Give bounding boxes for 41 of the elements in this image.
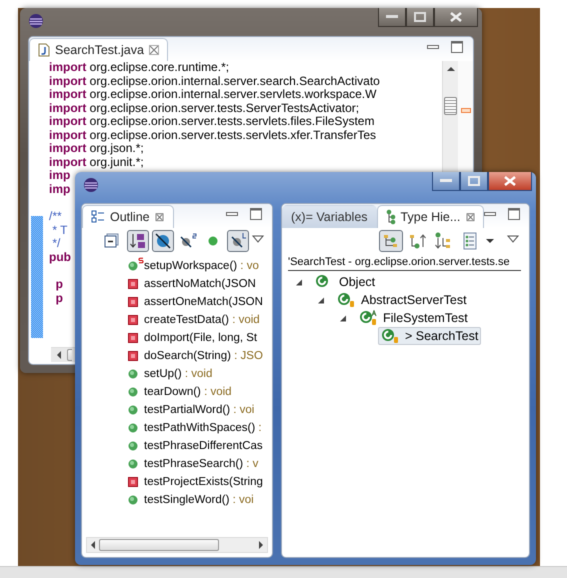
outline-item[interactable]: testPhraseDifferentCas xyxy=(82,437,272,455)
view-tab[interactable]: Type Hie... ⊠ xyxy=(376,205,484,228)
outline-item[interactable]: setupWorkspace() : vo xyxy=(82,257,272,275)
code-line: import org.junit.*; xyxy=(49,154,144,168)
outline-item[interactable]: testProjectExists(String xyxy=(82,473,272,491)
tree-item[interactable]: AbstractServerTest xyxy=(334,291,470,309)
code-line: import org.eclipse.orion.server.tests.servlets.files.FileSystem xyxy=(49,114,374,128)
outline-item[interactable]: doSearch(String) : JSO xyxy=(82,347,272,365)
tree-item[interactable]: FileSystemTest xyxy=(356,309,471,327)
outline-item[interactable]: testSingleWord() : voi xyxy=(82,491,272,509)
code-line: import org.eclipse.orion.internal.server.servlets.workspace.W xyxy=(49,87,376,101)
outline-item[interactable]: setUp() : void xyxy=(82,365,272,383)
code-line: * T xyxy=(51,222,68,236)
code-line: import org.eclipse.orion.server.tests.ServerTestsActivator; xyxy=(49,100,360,114)
code-line: /** xyxy=(49,209,62,223)
code-line: import org.eclipse.orion.server.tests.servlets.xfer.TransferTes xyxy=(49,128,376,142)
close-icon[interactable]: ⊠ xyxy=(154,210,165,224)
outline-item[interactable]: assertOneMatch(JSON xyxy=(82,293,272,311)
view-tab[interactable]: (x)= Variables xyxy=(282,205,377,228)
code-line: import org.json.*; xyxy=(49,141,144,155)
code-line: import org.eclipse.core.runtime.*; xyxy=(49,61,230,74)
code-line: */ xyxy=(51,236,60,250)
outline-tab[interactable]: Outline ⊠ xyxy=(82,205,174,228)
outline-item[interactable]: tearDown() : void xyxy=(82,383,272,401)
outline-item[interactable]: createTestData() : void xyxy=(82,311,272,329)
code-line: imp xyxy=(49,182,70,196)
tree-item[interactable]: > SearchTest xyxy=(378,327,482,345)
code-line: pub xyxy=(49,250,71,264)
code-line: p xyxy=(54,277,63,291)
code-line: imp xyxy=(49,168,70,182)
outline-item[interactable]: assertNoMatch(JSON xyxy=(82,275,272,293)
outline-item[interactable]: testPhraseSearch() : v xyxy=(82,455,272,473)
code-line: import org.eclipse.orion.internal.server.search.SearchActivato xyxy=(49,74,380,88)
editor-tab[interactable]: SearchTest.java xyxy=(29,38,168,61)
outline-item[interactable]: testPartialWord() : voi xyxy=(82,401,272,419)
tree-item[interactable]: Object xyxy=(312,273,378,291)
hierarchy-title: 'SearchTest - org.eclipse.orion.server.tests.se xyxy=(288,256,510,268)
code-line: p xyxy=(54,290,63,304)
outline-item[interactable]: testPathWithSpaces() : xyxy=(82,419,272,437)
outline-item[interactable]: doImport(File, long, St xyxy=(82,329,272,347)
close-icon[interactable]: ⊠ xyxy=(465,210,476,224)
